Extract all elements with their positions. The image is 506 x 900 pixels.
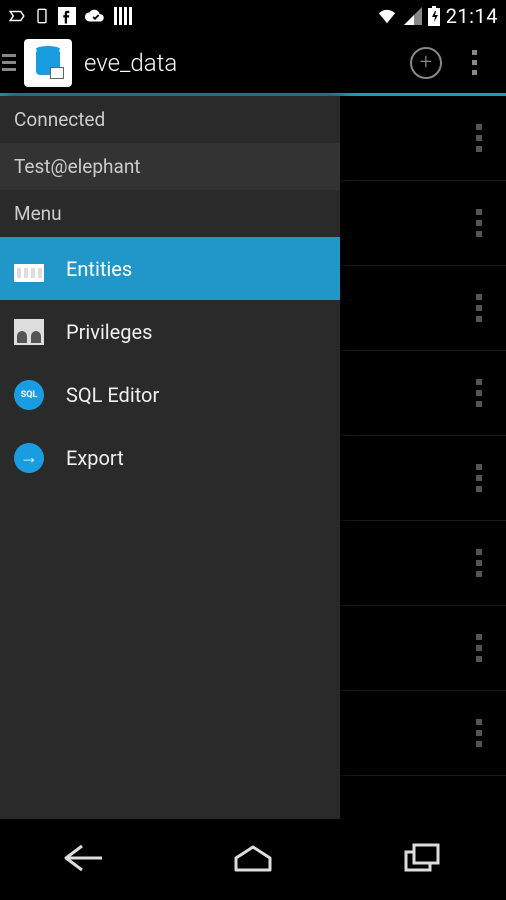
item-menu-icon[interactable]	[476, 209, 482, 237]
app-bar: eve_data +	[0, 32, 506, 96]
item-menu-icon[interactable]	[476, 464, 482, 492]
bars-icon	[114, 7, 132, 25]
device-icon	[34, 6, 50, 26]
entities-icon	[14, 254, 44, 284]
overflow-icon	[472, 50, 477, 75]
drawer-item-sql-editor[interactable]: SQL SQL Editor	[0, 363, 340, 426]
status-bar: 21:14	[0, 0, 506, 32]
facebook-icon	[58, 7, 76, 25]
drawer-menu-header: Menu	[0, 190, 340, 237]
sql-icon: SQL	[14, 380, 44, 410]
content-area: Connected Test@elephant Menu Entities Pr…	[0, 96, 506, 819]
notification-icon	[8, 7, 26, 25]
plus-icon: +	[410, 47, 442, 79]
drawer-item-export[interactable]: → Export	[0, 426, 340, 489]
drawer-item-label: SQL Editor	[66, 383, 159, 407]
item-menu-icon[interactable]	[476, 634, 482, 662]
item-menu-icon[interactable]	[476, 294, 482, 322]
wifi-icon	[376, 7, 398, 25]
privileges-icon	[14, 317, 44, 347]
status-time: 21:14	[446, 4, 498, 28]
signal-icon	[404, 7, 422, 25]
drawer-item-privileges[interactable]: Privileges	[0, 300, 340, 363]
home-button[interactable]	[213, 834, 293, 882]
item-menu-icon[interactable]	[476, 379, 482, 407]
back-icon	[62, 842, 106, 874]
cloud-icon	[84, 8, 106, 24]
item-menu-icon[interactable]	[476, 124, 482, 152]
drawer-account-item[interactable]: Test@elephant	[0, 143, 340, 190]
item-menu-icon[interactable]	[476, 549, 482, 577]
status-left	[8, 6, 132, 26]
app-icon[interactable]	[24, 39, 72, 87]
navigation-drawer: Connected Test@elephant Menu Entities Pr…	[0, 96, 340, 819]
back-button[interactable]	[44, 834, 124, 882]
drawer-toggle-icon[interactable]	[0, 43, 20, 83]
item-menu-icon[interactable]	[476, 719, 482, 747]
drawer-item-label: Entities	[66, 257, 132, 281]
export-icon: →	[14, 443, 44, 473]
overflow-menu-button[interactable]	[450, 39, 498, 87]
battery-icon	[428, 6, 440, 26]
drawer-connected-header: Connected	[0, 96, 340, 143]
drawer-item-label: Export	[66, 446, 124, 470]
recents-icon	[403, 842, 441, 874]
app-title: eve_data	[84, 49, 402, 77]
status-right: 21:14	[376, 4, 498, 28]
recents-button[interactable]	[382, 834, 462, 882]
system-nav-bar	[0, 819, 506, 897]
drawer-item-label: Privileges	[66, 320, 152, 344]
home-icon	[232, 844, 274, 872]
drawer-item-entities[interactable]: Entities	[0, 237, 340, 300]
add-button[interactable]: +	[402, 39, 450, 87]
